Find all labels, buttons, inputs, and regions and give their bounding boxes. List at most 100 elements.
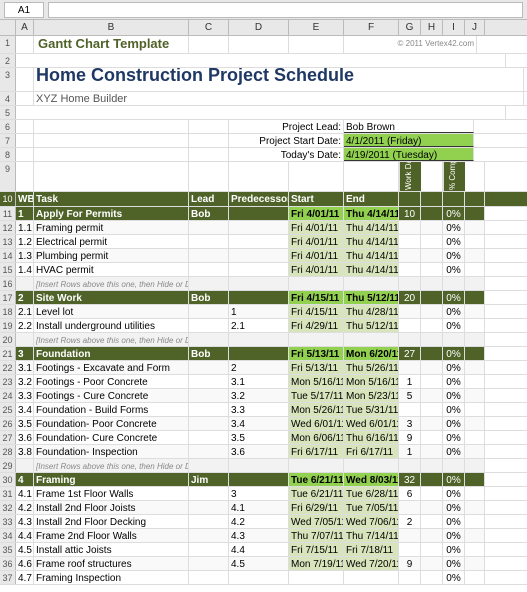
wbs-cell: 2.2 — [16, 319, 34, 332]
table-row: 21 3 Foundation Bob Fri 5/13/11 Mon 6/20… — [0, 347, 527, 361]
start-header: Start — [289, 192, 344, 206]
col-header-i[interactable]: I — [443, 20, 465, 35]
wbs-cell — [16, 277, 34, 290]
lead-cell — [189, 305, 229, 318]
empty-cell — [421, 207, 443, 220]
extra-cell — [465, 557, 485, 570]
task-cell: Install underground utilities — [34, 319, 189, 332]
days-cell: 9 — [399, 431, 421, 444]
days-cell: 6 — [399, 487, 421, 500]
start-cell: Fri 4/15/11 — [289, 305, 344, 318]
extra-cell — [465, 291, 485, 304]
end-cell: Fri 6/17/11 — [344, 445, 399, 458]
lead-header: Lead — [189, 192, 229, 206]
start-cell: Tue 5/17/11 — [289, 389, 344, 402]
task-cell: [Insert Rows above this one, then Hide o… — [34, 459, 189, 472]
task-cell: Foundation — [34, 347, 189, 360]
extra-cell — [465, 235, 485, 248]
task-cell: [Insert Rows above this one, then Hide o… — [34, 277, 189, 290]
start-cell: Fri 7/15/11 — [289, 543, 344, 556]
pred-cell: 3 — [229, 487, 289, 500]
row-number: 33 — [0, 515, 16, 528]
start-cell: Thu 7/07/11 — [289, 529, 344, 542]
start-cell: Fri 5/13/11 — [289, 347, 344, 360]
table-row: 28 3.8 Foundation- Inspection 3.6 Fri 6/… — [0, 445, 527, 459]
end-cell: Wed 6/01/11 — [344, 417, 399, 430]
end-cell: Thu 6/16/11 — [344, 431, 399, 444]
row-number: 17 — [0, 291, 16, 304]
lead-cell — [189, 361, 229, 374]
task-cell: HVAC permit — [34, 263, 189, 276]
task-cell: Foundation - Build Forms — [34, 403, 189, 416]
lead-cell — [189, 333, 229, 346]
empty-cell — [421, 291, 443, 304]
col-header-g[interactable]: G — [399, 20, 421, 35]
col-header-f[interactable]: F — [344, 20, 399, 35]
table-row: 30 4 Framing Jim Tue 6/21/11 Wed 8/03/11… — [0, 473, 527, 487]
row-number: 28 — [0, 445, 16, 458]
lead-cell — [189, 403, 229, 416]
table-row: 12 1.1 Framing permit Fri 4/01/11 Thu 4/… — [0, 221, 527, 235]
lead-cell — [189, 417, 229, 430]
empty-cell — [421, 361, 443, 374]
days-cell — [399, 305, 421, 318]
table-row: 29 [Insert Rows above this one, then Hid… — [0, 459, 527, 473]
lead-cell — [189, 543, 229, 556]
pred-cell: 1 — [229, 305, 289, 318]
wbs-cell: 4.3 — [16, 515, 34, 528]
end-cell — [344, 459, 399, 472]
extra-cell — [465, 375, 485, 388]
col-header-c[interactable]: C — [189, 20, 229, 35]
row-number: 18 — [0, 305, 16, 318]
wbs-cell: 4 — [16, 473, 34, 486]
table-row: 20 [Insert Rows above this one, then Hid… — [0, 333, 527, 347]
pct-cell: 0% — [443, 347, 465, 360]
pct-cell: 0% — [443, 529, 465, 542]
formula-bar[interactable] — [48, 2, 523, 18]
col-header-d[interactable]: D — [229, 20, 289, 35]
empty-cell — [421, 445, 443, 458]
row-number: 12 — [0, 221, 16, 234]
days-cell — [399, 459, 421, 472]
pct-cell: 0% — [443, 291, 465, 304]
task-cell: Electrical permit — [34, 235, 189, 248]
end-cell: Thu 5/12/11 — [344, 291, 399, 304]
wbs-cell: 3.1 — [16, 361, 34, 374]
days-cell — [399, 501, 421, 514]
days-cell — [399, 319, 421, 332]
end-header: End — [344, 192, 399, 206]
task-cell: Install 2nd Floor Decking — [34, 515, 189, 528]
empty-cell — [421, 473, 443, 486]
extra-cell — [465, 403, 485, 416]
extra-cell — [465, 501, 485, 514]
row-number: 21 — [0, 347, 16, 360]
gantt-template-label: Gantt Chart Template — [34, 36, 189, 53]
pct-cell: 0% — [443, 361, 465, 374]
lead-cell — [189, 249, 229, 262]
col-header-b[interactable]: B — [34, 20, 189, 35]
todays-date-label: Today's Date: — [229, 148, 344, 161]
table-row: 15 1.4 HVAC permit Fri 4/01/11 Thu 4/14/… — [0, 263, 527, 277]
table-row: 17 2 Site Work Bob Fri 4/15/11 Thu 5/12/… — [0, 291, 527, 305]
days-cell — [399, 571, 421, 584]
pred-cell — [229, 571, 289, 584]
task-cell: Foundation- Inspection — [34, 445, 189, 458]
days-cell — [399, 249, 421, 262]
work-days-vertical: Work Days — [399, 162, 421, 191]
wbs-cell: 1.4 — [16, 263, 34, 276]
extra-cell — [465, 263, 485, 276]
col-header-e[interactable]: E — [289, 20, 344, 35]
col-header-j[interactable]: J — [465, 20, 485, 35]
pct-cell: 0% — [443, 431, 465, 444]
extra-cell — [465, 445, 485, 458]
col-header-a[interactable]: A — [16, 20, 34, 35]
col-header-h[interactable]: H — [421, 20, 443, 35]
start-cell: Mon 5/16/11 — [289, 375, 344, 388]
empty-cell — [421, 277, 443, 290]
start-cell: Mon 5/26/11 — [289, 403, 344, 416]
wbs-cell: 3.2 — [16, 375, 34, 388]
wbs-cell: 4.6 — [16, 557, 34, 570]
days-cell — [399, 529, 421, 542]
empty-cell — [421, 375, 443, 388]
wbs-cell: 4.1 — [16, 487, 34, 500]
